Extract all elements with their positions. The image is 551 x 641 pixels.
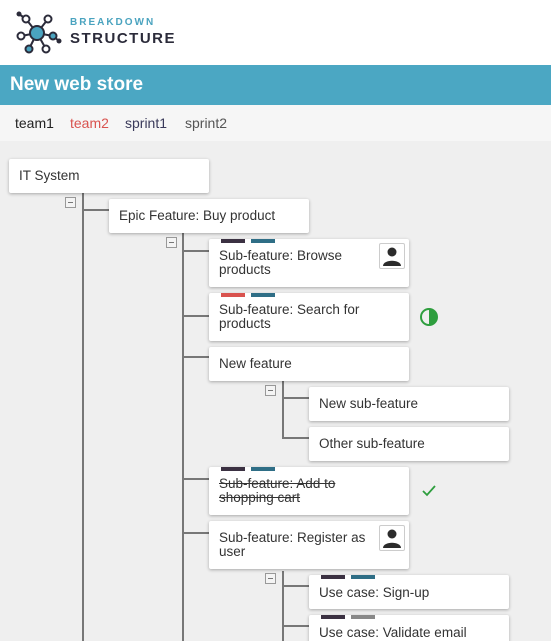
brand-line-2: STRUCTURE <box>70 30 176 47</box>
tag-bar-sprint2 <box>351 615 375 619</box>
connector-line <box>282 571 284 641</box>
node-validate-email[interactable]: Use case: Validate email <box>309 615 509 641</box>
node-register-user[interactable]: Sub-feature: Register as user <box>209 521 409 569</box>
connector-line <box>182 478 209 480</box>
connector-line <box>282 585 309 587</box>
tag-bar-team2 <box>221 293 245 297</box>
tag-bar-team1 <box>221 467 245 471</box>
node-label: Sub-feature: Add to shopping cart <box>219 476 336 505</box>
app-header: BREAKDOWN STRUCTURE <box>0 0 551 65</box>
node-add-to-cart[interactable]: Sub-feature: Add to shopping cart <box>209 467 409 515</box>
half-circle-icon <box>420 308 438 326</box>
tag-team1[interactable]: team1 <box>15 115 54 131</box>
tag-filter-bar: team1 team2 sprint1 sprint2 <box>0 105 551 141</box>
person-glyph-icon <box>383 247 401 266</box>
tag-bar-sprint1 <box>251 467 275 471</box>
connector-line <box>282 437 309 439</box>
node-label: Other sub-feature <box>319 436 425 451</box>
project-title: New web store <box>10 74 144 95</box>
connector-line <box>282 381 284 438</box>
connector-line <box>182 315 209 317</box>
connector-line <box>182 250 209 252</box>
node-search-products[interactable]: Sub-feature: Search for products <box>209 293 409 341</box>
node-other-sub-feature[interactable]: Other sub-feature <box>309 427 509 461</box>
person-glyph-icon <box>383 529 401 548</box>
checkmark-icon <box>422 485 436 497</box>
node-label: Sub-feature: Browse products <box>219 248 343 277</box>
tag-bar-team1 <box>321 615 345 619</box>
connector-line <box>82 193 84 641</box>
collapse-toggle-epic[interactable] <box>65 197 76 208</box>
node-epic-buy-product[interactable]: Epic Feature: Buy product <box>109 199 309 233</box>
tag-bar-team1 <box>321 575 345 579</box>
tag-sprint1[interactable]: sprint1 <box>125 115 167 131</box>
connector-line <box>82 209 109 211</box>
node-browse-products[interactable]: Sub-feature: Browse products <box>209 239 409 287</box>
node-label: Use case: Validate email <box>319 625 467 640</box>
network-logo-icon <box>16 11 62 54</box>
tag-bar-team1 <box>221 239 245 243</box>
node-label: IT System <box>19 168 80 183</box>
collapse-toggle-sub-features[interactable] <box>166 237 177 248</box>
connector-line <box>182 233 184 641</box>
node-it-system[interactable]: IT System <box>9 159 209 193</box>
connector-line <box>282 625 309 627</box>
node-new-feature[interactable]: New feature <box>209 347 409 381</box>
connector-line <box>182 532 209 534</box>
connector-line <box>182 356 209 358</box>
node-label: Use case: Sign-up <box>319 585 430 600</box>
tag-team2[interactable]: team2 <box>70 115 109 131</box>
tag-bar-sprint1 <box>251 293 275 297</box>
node-label: Epic Feature: Buy product <box>119 208 276 223</box>
connector-line <box>282 397 309 399</box>
node-label: Sub-feature: Search for products <box>219 302 360 331</box>
brand-line-1: BREAKDOWN <box>70 17 156 28</box>
node-label: New sub-feature <box>319 396 419 411</box>
person-icon[interactable] <box>379 525 405 551</box>
collapse-toggle-register[interactable] <box>265 573 276 584</box>
collapse-toggle-new-feature[interactable] <box>265 385 276 396</box>
project-title-bar: New web store <box>0 65 551 105</box>
person-icon[interactable] <box>379 243 405 269</box>
node-sign-up[interactable]: Use case: Sign-up <box>309 575 509 609</box>
tag-bar-sprint1 <box>351 575 375 579</box>
node-label: New feature <box>219 356 292 371</box>
tag-sprint2[interactable]: sprint2 <box>185 115 227 131</box>
node-new-sub-feature[interactable]: New sub-feature <box>309 387 509 421</box>
tag-bar-sprint1 <box>251 239 275 243</box>
node-label: Sub-feature: Register as user <box>219 530 366 559</box>
